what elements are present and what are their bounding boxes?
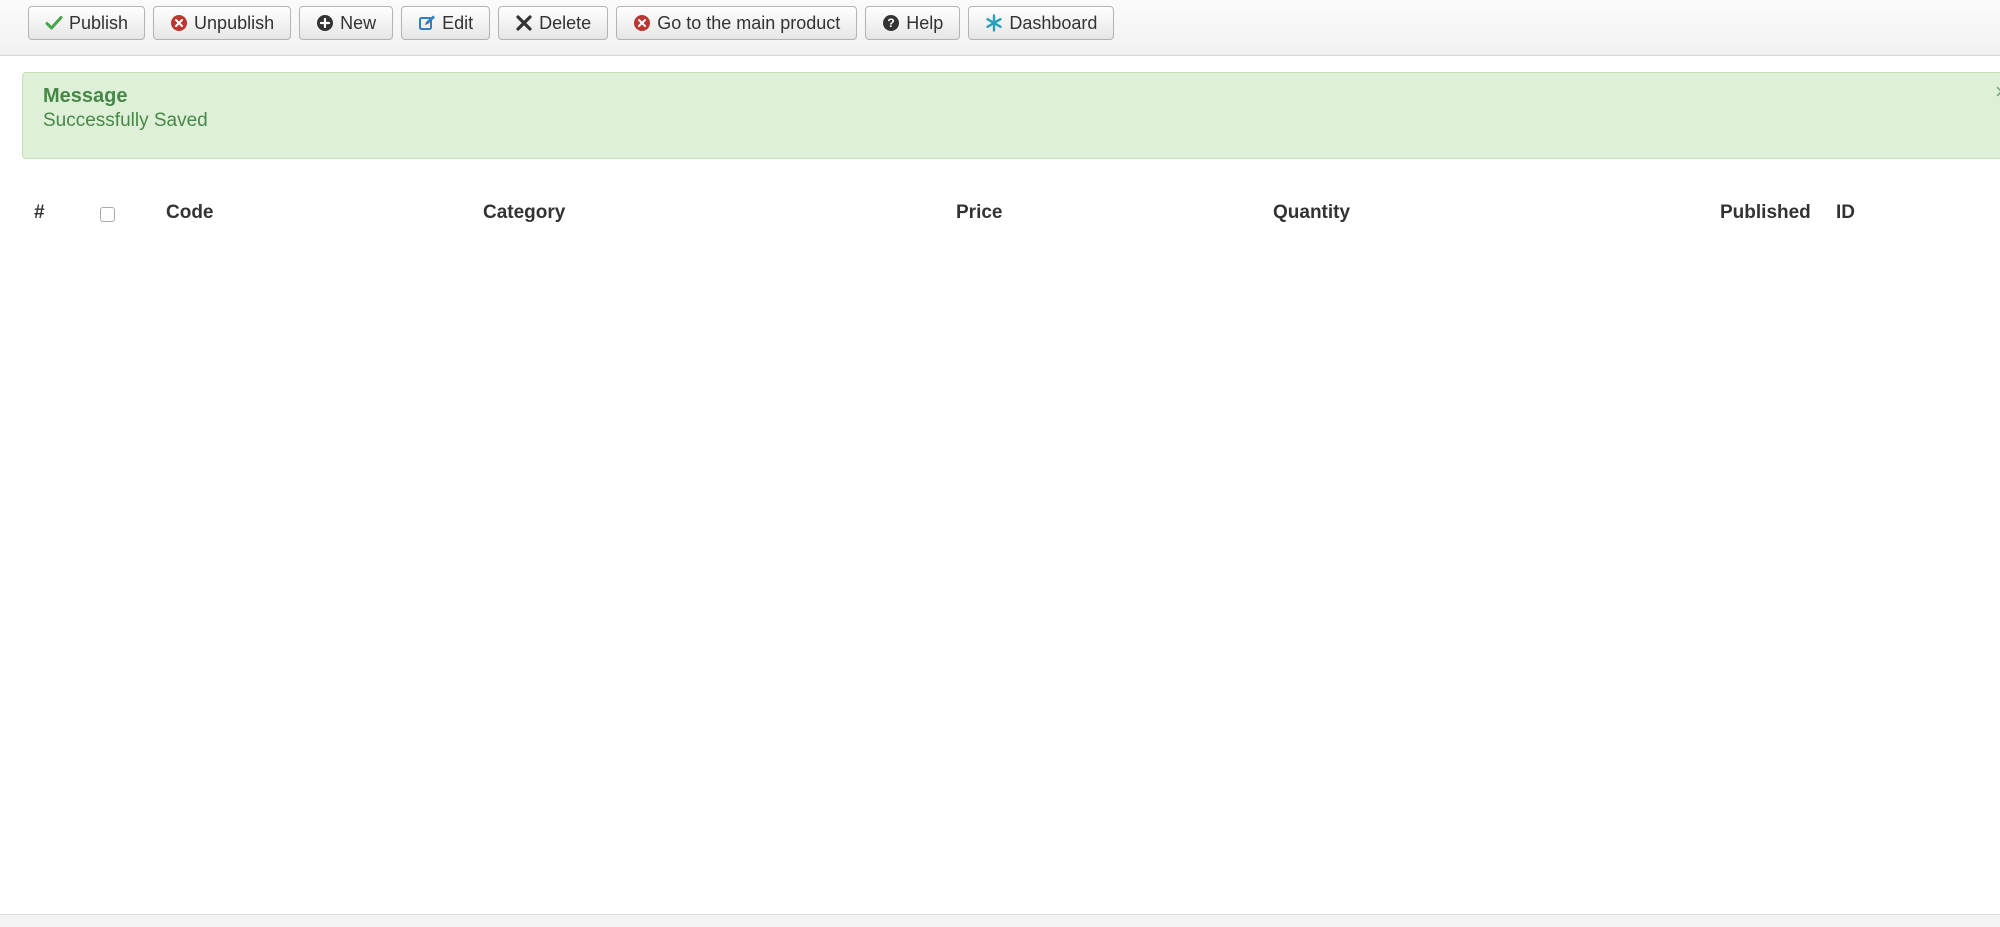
unpublish-button-label: Unpublish [194,12,275,33]
asterisk-icon [985,14,1003,32]
edit-button-label: Edit [442,12,474,33]
column-header-category[interactable]: Category [483,202,565,224]
column-header-price[interactable]: Price [956,202,1002,224]
column-header-id[interactable]: ID [1836,202,1855,224]
column-header-number: # [34,202,45,223]
go-to-main-product-button[interactable]: Go to the main product [616,6,858,40]
toolbar-buttons: Publish Unpublish New Edit Delete Go to … [28,6,1115,40]
circle-plus-icon [316,14,334,32]
edit-icon [418,14,436,32]
edit-button[interactable]: Edit [401,6,491,40]
new-button-label: New [340,12,377,33]
new-button[interactable]: New [299,6,394,40]
toolbar: Publish Unpublish New Edit Delete Go to … [0,0,2000,56]
dashboard-button[interactable]: Dashboard [968,6,1115,40]
check-icon [45,14,63,32]
success-message: Message Successfully Saved × [22,72,2000,159]
message-heading: Message [43,85,128,107]
dashboard-button-label: Dashboard [1009,12,1098,33]
help-button[interactable]: ? Help [865,6,961,40]
svg-text:?: ? [888,16,895,30]
delete-button[interactable]: Delete [498,6,609,40]
column-header-quantity[interactable]: Quantity [1273,202,1350,224]
x-icon [515,14,533,32]
footer-bar [0,914,2000,927]
column-header-published[interactable]: Published [1720,202,1811,224]
publish-button-label: Publish [69,12,129,33]
table-header: # Code Category Price Quantity Published… [0,196,2000,230]
unpublish-button[interactable]: Unpublish [153,6,292,40]
select-all-checkbox[interactable] [100,207,115,222]
message-text: Successfully Saved [43,110,208,131]
publish-button[interactable]: Publish [28,6,146,40]
help-button-label: Help [906,12,944,33]
go-to-main-product-button-label: Go to the main product [657,12,841,33]
delete-button-label: Delete [539,12,592,33]
circle-x-icon [170,14,188,32]
circle-x-icon [633,14,651,32]
column-header-code[interactable]: Code [166,202,214,224]
question-circle-icon: ? [882,14,900,32]
close-icon[interactable]: × [1995,79,2000,105]
